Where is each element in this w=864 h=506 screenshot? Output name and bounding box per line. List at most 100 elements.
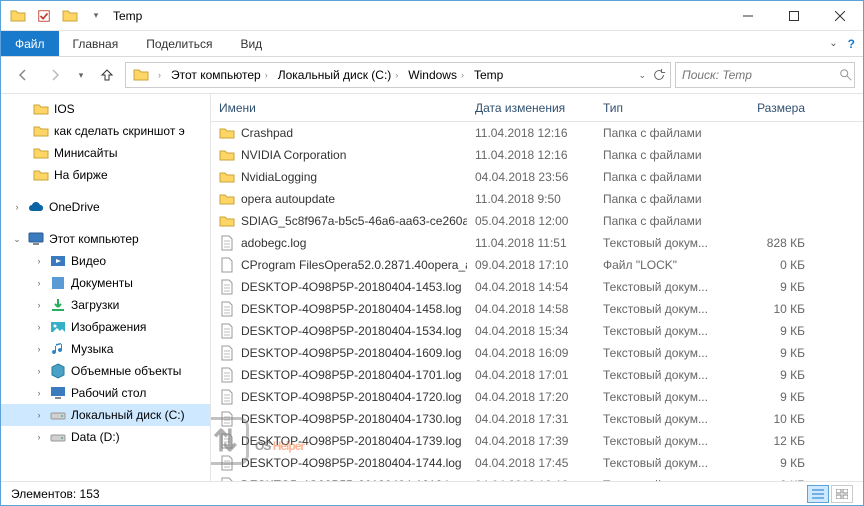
- file-row[interactable]: adobegc.log11.04.2018 11:51Текстовый док…: [211, 232, 863, 254]
- search-icon[interactable]: [839, 68, 853, 82]
- ribbon-expand-icon[interactable]: ⌄: [829, 38, 837, 49]
- file-type: Текстовый докум...: [595, 324, 723, 338]
- file-date: 04.04.2018 15:34: [467, 324, 595, 338]
- nav-this-pc[interactable]: ⌄ Этот компьютер: [1, 228, 210, 250]
- nav-up-button[interactable]: [93, 61, 121, 89]
- file-row[interactable]: DESKTOP-4O98P5P-20180404-1744.log04.04.2…: [211, 452, 863, 474]
- nav-thispc-item[interactable]: ›Музыка: [1, 338, 210, 360]
- nav-quick-item[interactable]: как сделать скриншот э: [1, 120, 210, 142]
- docs-icon: [50, 275, 66, 291]
- expand-icon[interactable]: ›: [33, 344, 45, 354]
- nav-quick-item[interactable]: Минисайты: [1, 142, 210, 164]
- collapse-icon[interactable]: ⌄: [11, 234, 23, 245]
- file-row[interactable]: NVIDIA Corporation11.04.2018 12:16Папка …: [211, 144, 863, 166]
- close-button[interactable]: [817, 1, 863, 30]
- breadcrumb-item[interactable]: Windows›: [404, 68, 468, 82]
- file-row[interactable]: DESKTOP-4O98P5P-20180404-1534.log04.04.2…: [211, 320, 863, 342]
- file-type: Текстовый докум...: [595, 456, 723, 470]
- view-details-button[interactable]: [807, 485, 829, 503]
- file-date: 09.04.2018 17:10: [467, 258, 595, 272]
- expand-icon[interactable]: ›: [33, 432, 45, 442]
- folder-icon: [219, 125, 235, 141]
- file-name: DESKTOP-4O98P5P-20180404-1818.log: [241, 478, 462, 481]
- qat-properties-icon[interactable]: [33, 5, 55, 27]
- nav-back-button[interactable]: [9, 61, 37, 89]
- search-input[interactable]: [682, 68, 839, 82]
- nav-quick-item[interactable]: IOS: [1, 98, 210, 120]
- file-row[interactable]: NvidiaLogging04.04.2018 23:56Папка с фай…: [211, 166, 863, 188]
- file-size: 9 КБ: [723, 280, 813, 294]
- file-type: Текстовый докум...: [595, 368, 723, 382]
- file-list[interactable]: Имени Дата изменения Тип Размера Crashpa…: [211, 94, 863, 481]
- expand-icon[interactable]: ›: [33, 300, 45, 310]
- breadcrumb-item[interactable]: Этот компьютер›: [167, 68, 272, 82]
- file-name: CProgram FilesOpera52.0.2871.40opera_a..…: [241, 258, 467, 272]
- view-icons-button[interactable]: [831, 485, 853, 503]
- file-name: NvidiaLogging: [241, 170, 317, 184]
- nav-thispc-item[interactable]: ›Рабочий стол: [1, 382, 210, 404]
- ribbon-tab-view[interactable]: Вид: [226, 31, 276, 56]
- search-box[interactable]: [675, 62, 855, 88]
- drive-icon: [50, 429, 66, 445]
- file-date: 04.04.2018 17:45: [467, 456, 595, 470]
- file-row[interactable]: DESKTOP-4O98P5P-20180404-1701.log04.04.2…: [211, 364, 863, 386]
- breadcrumb-item[interactable]: Temp: [470, 68, 507, 82]
- file-row[interactable]: Crashpad11.04.2018 12:16Папка с файлами: [211, 122, 863, 144]
- breadcrumb-item[interactable]: Локальный диск (C:)›: [274, 68, 403, 82]
- qat-newfolder-icon[interactable]: [59, 5, 81, 27]
- col-size[interactable]: Размера: [723, 101, 813, 115]
- nav-forward-button[interactable]: [41, 61, 69, 89]
- address-dropdown-icon[interactable]: ⌄: [638, 70, 646, 81]
- nav-thispc-item[interactable]: › Изображения: [1, 316, 210, 338]
- qat-dropdown-icon[interactable]: ▾: [85, 5, 107, 27]
- file-type: Папка с файлами: [595, 126, 723, 140]
- expand-icon[interactable]: ›: [33, 322, 45, 332]
- file-name: NVIDIA Corporation: [241, 148, 346, 162]
- nav-label: Изображения: [71, 320, 146, 334]
- ribbon-help-icon[interactable]: ?: [848, 37, 855, 51]
- file-type: Текстовый докум...: [595, 346, 723, 360]
- nav-thispc-item[interactable]: ›Data (D:): [1, 426, 210, 448]
- file-size: 9 КБ: [723, 324, 813, 338]
- expand-icon[interactable]: ›: [33, 410, 45, 420]
- file-row[interactable]: CProgram FilesOpera52.0.2871.40opera_a..…: [211, 254, 863, 276]
- expand-icon[interactable]: ›: [11, 202, 23, 212]
- nav-onedrive[interactable]: › OneDrive: [1, 196, 210, 218]
- expand-icon[interactable]: ›: [33, 366, 45, 376]
- file-row[interactable]: DESKTOP-4O98P5P-20180404-1453.log04.04.2…: [211, 276, 863, 298]
- file-row[interactable]: DESKTOP-4O98P5P-20180404-1458.log04.04.2…: [211, 298, 863, 320]
- ribbon-tab-home[interactable]: Главная: [59, 31, 133, 56]
- file-date: 04.04.2018 17:31: [467, 412, 595, 426]
- nav-thispc-item[interactable]: ›Объемные объекты: [1, 360, 210, 382]
- nav-quick-item[interactable]: На бирже: [1, 164, 210, 186]
- file-row[interactable]: SDIAG_5c8f967a-b5c5-46a6-aa63-ce260af...…: [211, 210, 863, 232]
- nav-pane[interactable]: IOSкак сделать скриншот эМинисайтыНа бир…: [1, 94, 211, 481]
- ribbon-tab-share[interactable]: Поделиться: [132, 31, 226, 56]
- maximize-button[interactable]: [771, 1, 817, 30]
- nav-thispc-item[interactable]: ›Загрузки: [1, 294, 210, 316]
- ribbon-file-tab[interactable]: Файл: [1, 31, 59, 56]
- nav-recent-dropdown[interactable]: ▾: [73, 61, 89, 89]
- file-row[interactable]: DESKTOP-4O98P5P-20180404-1720.log04.04.2…: [211, 386, 863, 408]
- nav-thispc-item[interactable]: ›Локальный диск (C:): [1, 404, 210, 426]
- file-row[interactable]: DESKTOP-4O98P5P-20180404-1609.log04.04.2…: [211, 342, 863, 364]
- breadcrumb-sep[interactable]: ›: [154, 70, 165, 80]
- expand-icon[interactable]: ›: [33, 256, 45, 266]
- minimize-button[interactable]: [725, 1, 771, 30]
- expand-icon[interactable]: ›: [33, 278, 45, 288]
- address-bar[interactable]: › Этот компьютер› Локальный диск (C:)› W…: [125, 62, 671, 88]
- nav-thispc-item[interactable]: › Документы: [1, 272, 210, 294]
- col-type[interactable]: Тип: [595, 101, 723, 115]
- nav-thispc-item[interactable]: ›Видео: [1, 250, 210, 272]
- file-row[interactable]: opera autoupdate11.04.2018 9:50Папка с ф…: [211, 188, 863, 210]
- text-icon: [219, 279, 235, 295]
- col-date[interactable]: Дата изменения: [467, 101, 595, 115]
- file-row[interactable]: DESKTOP-4O98P5P-20180404-1818.log04.04.2…: [211, 474, 863, 481]
- file-row[interactable]: DESKTOP-4O98P5P-20180404-1730.log04.04.2…: [211, 408, 863, 430]
- 3d-icon: [50, 363, 66, 379]
- col-name[interactable]: Имени: [211, 101, 467, 115]
- nav-label: Документы: [71, 276, 133, 290]
- refresh-icon[interactable]: [652, 68, 666, 82]
- file-row[interactable]: DESKTOP-4O98P5P-20180404-1739.log04.04.2…: [211, 430, 863, 452]
- expand-icon[interactable]: ›: [33, 388, 45, 398]
